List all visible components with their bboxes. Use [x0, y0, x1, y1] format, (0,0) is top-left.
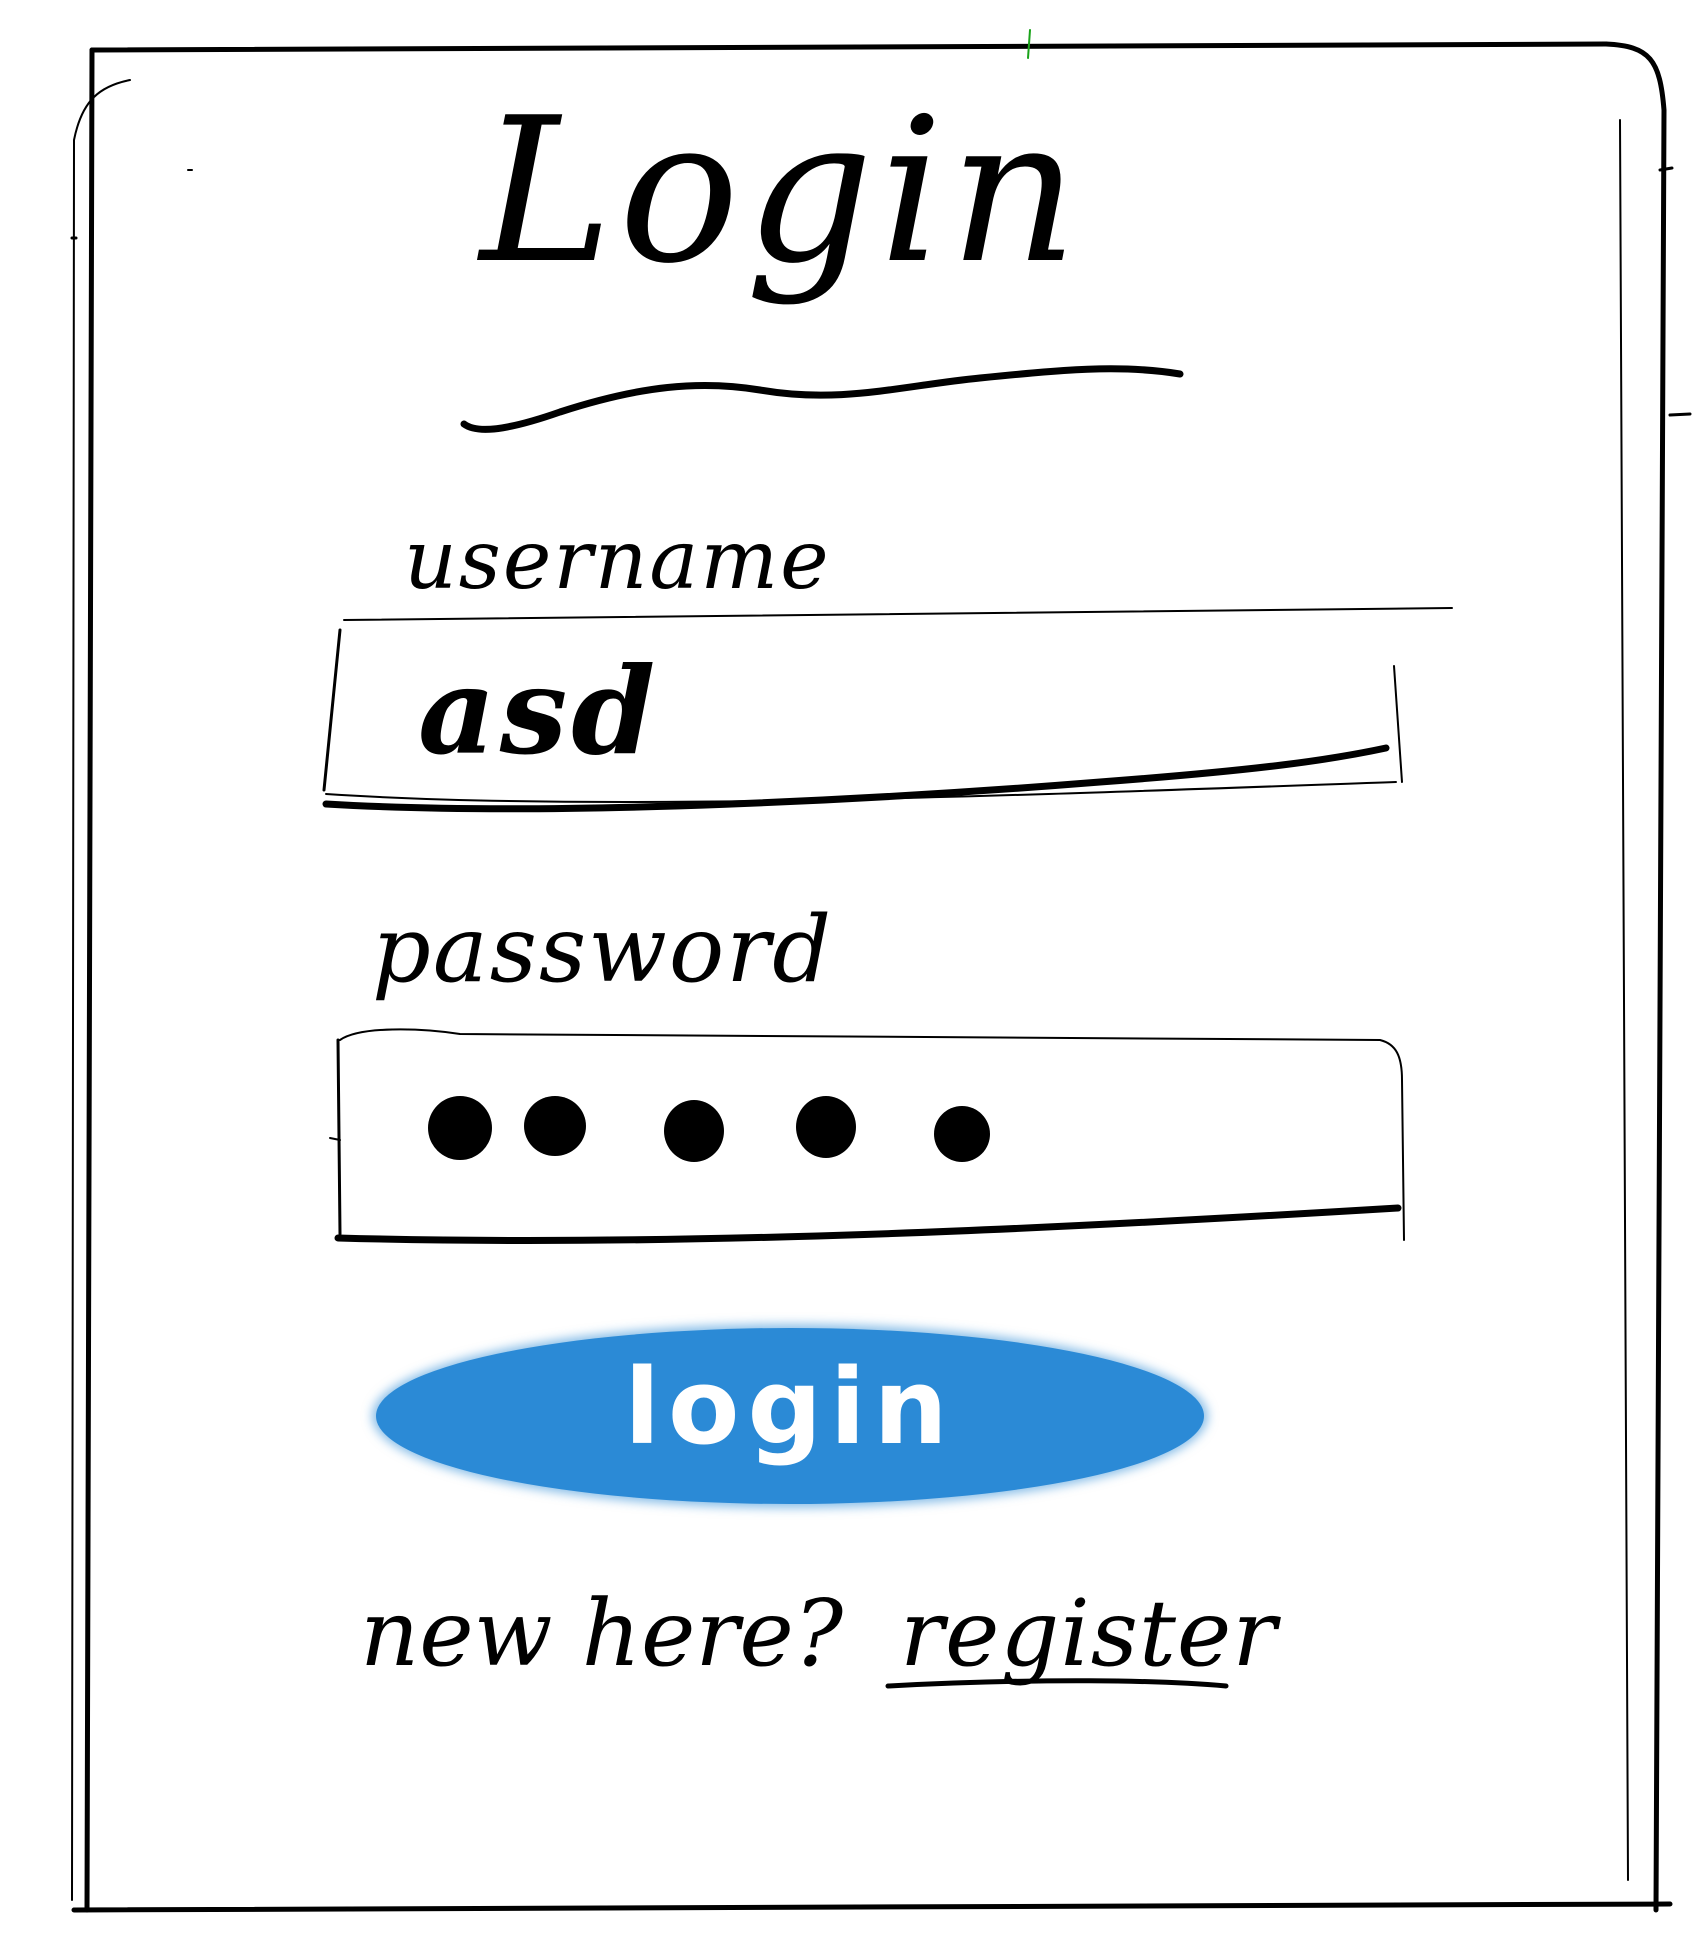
password-mask-dot — [664, 1100, 724, 1162]
login-button[interactable]: login — [376, 1328, 1204, 1504]
username-value: asd — [418, 641, 660, 782]
password-label: password — [372, 896, 834, 1003]
login-button-label: login — [624, 1346, 956, 1468]
password-mask-dot — [524, 1096, 586, 1156]
register-link[interactable]: register — [900, 1588, 1277, 1680]
password-input[interactable] — [336, 1030, 1404, 1240]
password-mask-dot — [796, 1096, 856, 1158]
password-mask-dot — [934, 1106, 990, 1162]
page-title: Login — [480, 75, 1085, 308]
register-prompt-text: new here? — [360, 1580, 844, 1687]
username-label: username — [404, 513, 831, 608]
username-input[interactable]: asd — [330, 622, 1400, 794]
password-mask-dot — [428, 1096, 492, 1160]
